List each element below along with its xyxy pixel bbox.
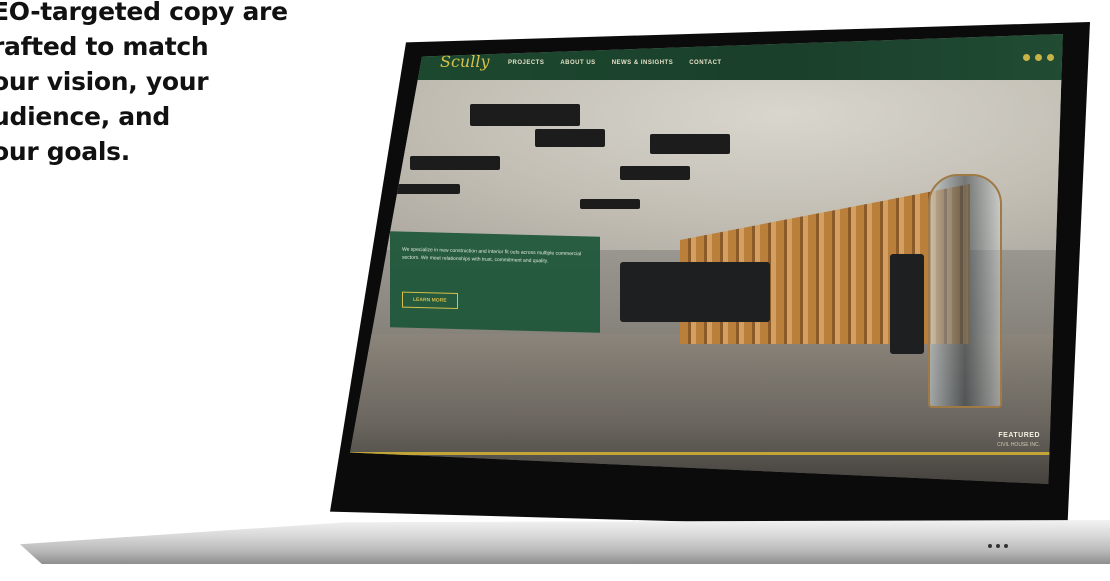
website-screenshot: Scully PROJECTS ABOUT US NEWS & INSIGHTS… xyxy=(350,34,1063,484)
social-icon[interactable] xyxy=(1023,54,1030,61)
ceiling-panel xyxy=(470,104,580,126)
progress-bar xyxy=(350,452,1063,455)
lounge-sofa xyxy=(620,262,770,322)
ceiling-panel xyxy=(650,134,730,154)
learn-more-button[interactable]: LEARN MORE xyxy=(402,291,458,310)
nav-link-contact[interactable]: CONTACT xyxy=(689,60,721,66)
nav-link-about[interactable]: ABOUT US xyxy=(560,60,595,66)
hero-text: We specialize in new construction and in… xyxy=(402,246,582,265)
social-icon[interactable] xyxy=(1047,54,1054,61)
laptop-mockup: Scully PROJECTS ABOUT US NEWS & INSIGHTS… xyxy=(0,0,1110,581)
lounge-sofa xyxy=(890,254,924,354)
ceiling-panel xyxy=(535,129,605,147)
nav-link-projects[interactable]: PROJECTS xyxy=(508,60,544,66)
featured-label[interactable]: FEATURED xyxy=(998,432,1040,439)
nav-link-news[interactable]: NEWS & INSIGHTS xyxy=(612,60,674,66)
port-icon xyxy=(1004,544,1008,548)
glass-display-case xyxy=(928,174,1002,408)
ceiling-panel xyxy=(620,166,690,180)
ceiling-panel xyxy=(410,156,500,170)
port-icon xyxy=(996,544,1000,548)
site-nav-links: PROJECTS ABOUT US NEWS & INSIGHTS CONTAC… xyxy=(508,60,722,66)
ceiling-panel xyxy=(390,184,460,194)
featured-subtitle: CIVIL HOUSE INC. xyxy=(997,442,1040,448)
social-icons xyxy=(1023,54,1054,61)
port-icon xyxy=(988,544,992,548)
laptop-base xyxy=(20,520,1110,564)
ceiling-panel xyxy=(580,199,640,209)
social-icon[interactable] xyxy=(1035,54,1042,61)
hero-panel: We specialize in new construction and in… xyxy=(390,231,600,333)
